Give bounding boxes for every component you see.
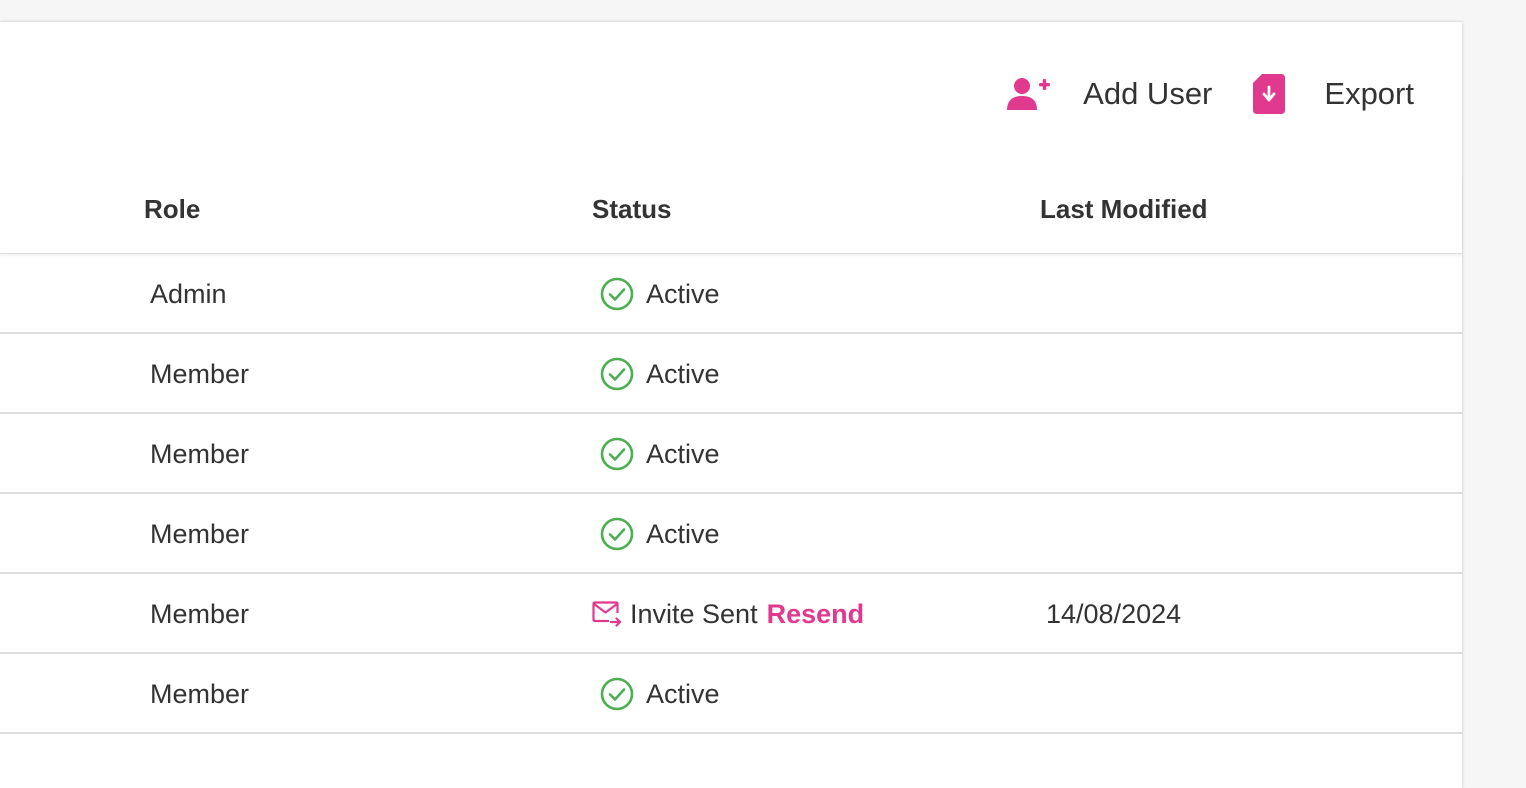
table-body: Admin Active Member Active Member Active xyxy=(0,254,1462,734)
status-cell: Active xyxy=(600,254,720,334)
status-text: Active xyxy=(646,438,720,469)
status-cell: Active xyxy=(600,494,720,574)
column-header-last-modified[interactable]: Last Modified xyxy=(1040,194,1208,225)
export-label: Export xyxy=(1324,76,1414,111)
table-header: Role Status Last Modified xyxy=(0,180,1462,254)
table-row[interactable]: Member Active xyxy=(0,494,1462,574)
table-row[interactable]: Member Active xyxy=(0,414,1462,494)
check-circle-icon xyxy=(600,277,634,311)
column-header-role[interactable]: Role xyxy=(144,194,200,225)
table-row[interactable]: Member Active xyxy=(0,654,1462,734)
status-text: Active xyxy=(646,278,720,309)
status-cell: Active xyxy=(600,654,720,734)
role-cell: Member xyxy=(150,678,250,709)
check-circle-icon xyxy=(600,437,634,471)
table-row[interactable]: Admin Active xyxy=(0,254,1462,334)
status-cell: Active xyxy=(600,334,720,414)
last-modified-cell: 14/08/2024 xyxy=(1046,598,1182,629)
toolbar: Add User Export xyxy=(1005,72,1414,116)
export-file-icon xyxy=(1253,74,1286,114)
resend-link[interactable]: Resend xyxy=(767,599,865,630)
status-text: Invite Sent xyxy=(630,598,758,629)
table-row[interactable]: Member Invite Sent Resend 14/08/2024 xyxy=(0,574,1462,654)
add-user-label: Add User xyxy=(1083,76,1213,111)
status-cell: Active xyxy=(600,414,720,494)
role-cell: Member xyxy=(150,598,250,629)
check-circle-icon xyxy=(600,517,634,551)
table-row[interactable]: Member Active xyxy=(0,334,1462,414)
check-circle-icon xyxy=(600,677,634,711)
users-panel: Add User Export Role Status Last Modifie… xyxy=(0,22,1462,788)
status-text: Active xyxy=(646,678,720,709)
add-user-button[interactable]: Add User xyxy=(1005,76,1212,112)
role-cell: Member xyxy=(150,438,250,469)
status-text: Active xyxy=(646,518,720,549)
export-button[interactable]: Export xyxy=(1252,73,1414,115)
mail-sent-icon xyxy=(592,601,622,627)
role-cell: Admin xyxy=(150,278,227,309)
status-text: Active xyxy=(646,358,720,389)
check-circle-icon xyxy=(600,357,634,391)
role-cell: Member xyxy=(150,358,250,389)
column-header-status[interactable]: Status xyxy=(592,194,671,225)
role-cell: Member xyxy=(150,518,250,549)
status-cell: Invite Sent Resend xyxy=(592,574,865,654)
add-user-icon xyxy=(1007,78,1051,110)
